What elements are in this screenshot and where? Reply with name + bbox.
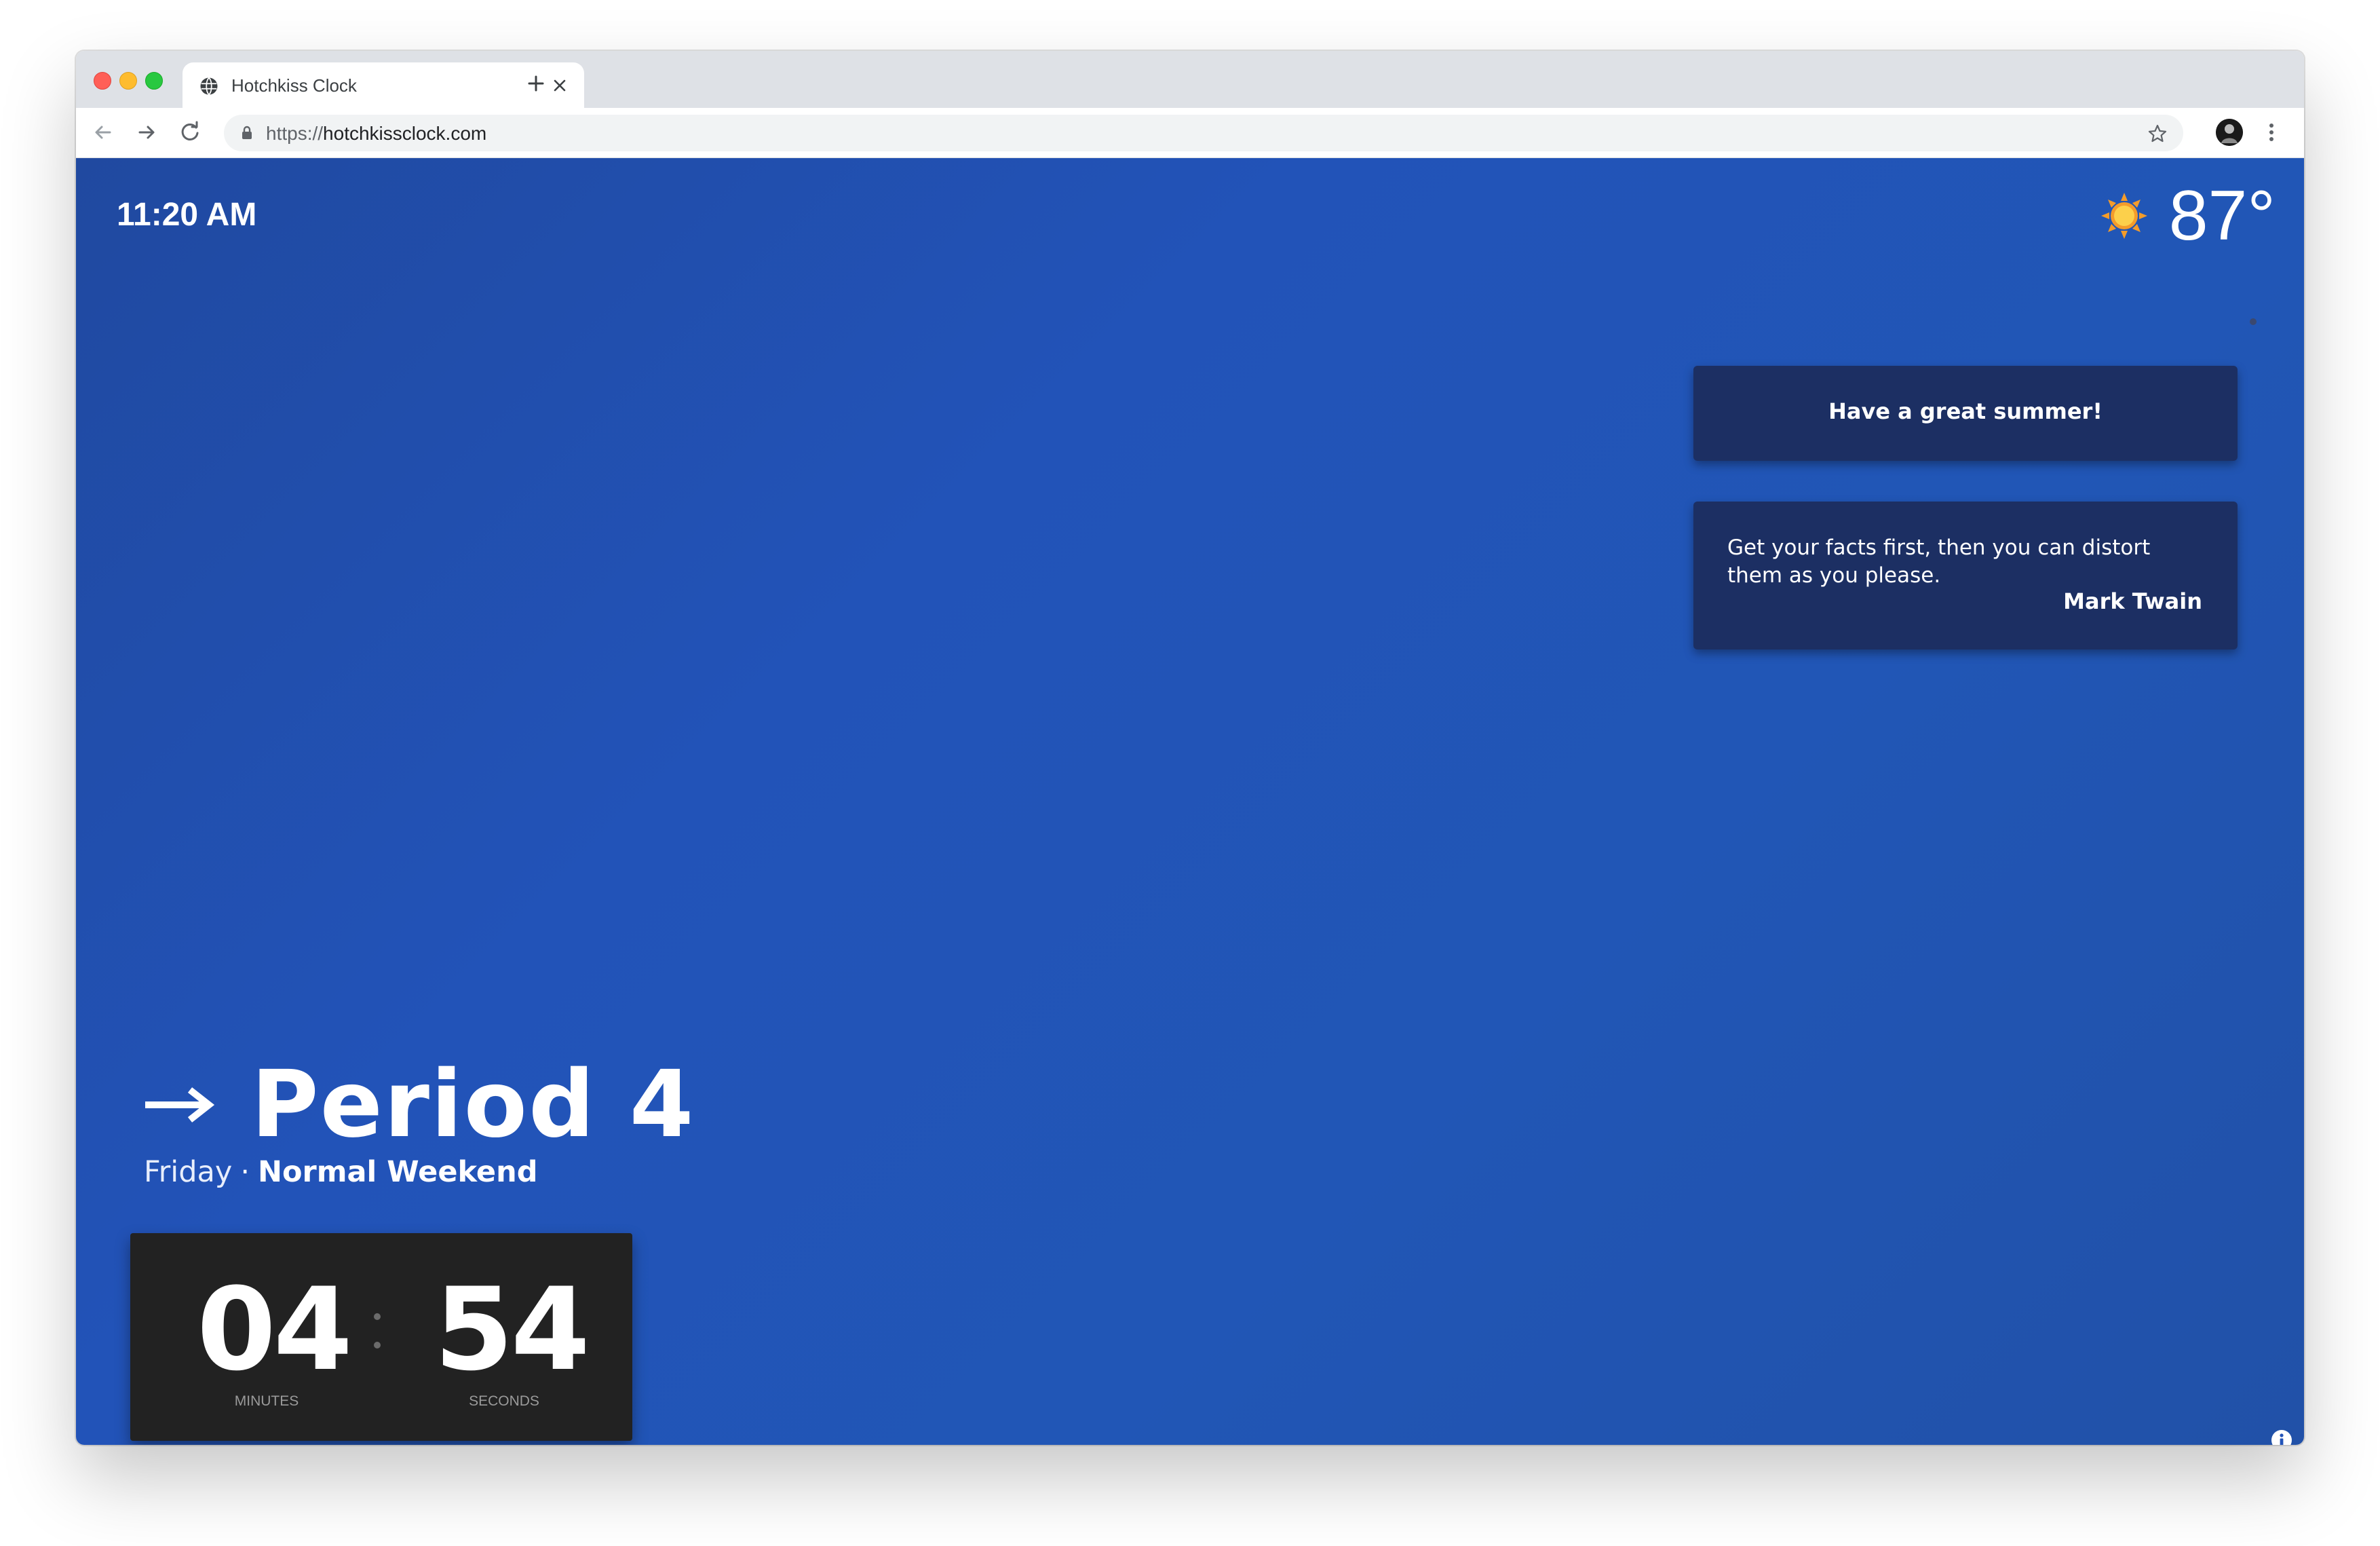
browser-toolbar: https://hotchkissclock.com [76, 108, 2304, 158]
forward-arrow-icon[interactable] [132, 117, 161, 147]
status-dot [2250, 318, 2257, 325]
star-icon[interactable] [2147, 123, 2168, 145]
minimize-window-button[interactable] [119, 72, 137, 90]
separator: · [240, 1155, 250, 1189]
lock-icon [242, 126, 252, 139]
sun-icon [2100, 193, 2147, 239]
url-scheme: https:// [266, 123, 324, 144]
browser-window: Hotchkiss Clock https://hotchkissclock.c… [76, 51, 2304, 1445]
tab-strip: Hotchkiss Clock [76, 51, 2304, 108]
info-icon[interactable] [2270, 1429, 2293, 1445]
temperature: 87° [2168, 176, 2276, 255]
tab-title: Hotchkiss Clock [231, 75, 357, 96]
close-window-button[interactable] [94, 72, 111, 90]
schedule-name: Normal Weekend [258, 1155, 538, 1189]
period-heading: Period 4 [142, 1054, 695, 1156]
globe-icon [200, 77, 218, 96]
schedule-subline: Friday · Normal Weekend [144, 1153, 538, 1191]
period-title: Period 4 [251, 1051, 695, 1158]
url-host: hotchkissclock.com [323, 123, 487, 144]
plus-icon[interactable] [520, 67, 552, 100]
maximize-window-button[interactable] [145, 72, 163, 90]
day-name: Friday [144, 1155, 233, 1189]
timer-colon [374, 1313, 381, 1349]
back-arrow-icon[interactable] [88, 117, 118, 147]
kebab-menu-icon[interactable] [2263, 119, 2280, 146]
timer-minutes: 04 [197, 1263, 353, 1396]
quote-card: Get your facts first, then you can disto… [1693, 502, 2238, 649]
page: Hotchkiss Clock https://hotchkissclock.c… [0, 0, 2380, 1546]
timer-seconds: 54 [434, 1263, 590, 1396]
avatar[interactable] [2216, 119, 2243, 146]
clock-page: 11:20 AM 87° Have a great summer! Get yo… [76, 158, 2304, 1445]
current-time: 11:20 AM [117, 197, 257, 233]
announcement-card: Have a great summer! [1693, 366, 2238, 461]
seconds-label: SECONDS [469, 1393, 539, 1409]
weather-widget: 87° [2100, 178, 2276, 253]
url-text: https://hotchkissclock.com [266, 123, 486, 145]
right-arrow-icon [145, 1087, 215, 1123]
quote-text: Get your facts first, then you can disto… [1727, 535, 2151, 588]
address-bar[interactable]: https://hotchkissclock.com [224, 115, 2183, 151]
countdown-timer: 04 54 MINUTES SECONDS [130, 1233, 632, 1441]
announcement-text: Have a great summer! [1828, 398, 2103, 424]
minutes-label: MINUTES [234, 1393, 299, 1409]
quote-author: Mark Twain [2063, 588, 2202, 614]
reload-icon[interactable] [175, 117, 205, 147]
